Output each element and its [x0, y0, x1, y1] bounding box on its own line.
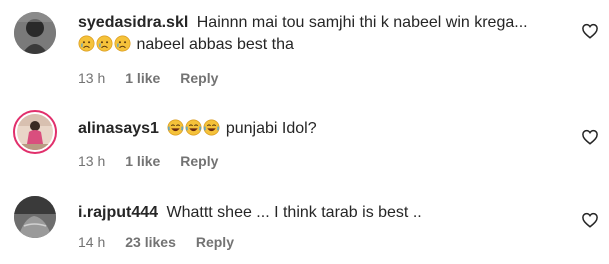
- laughing-tears-emoji: [167, 119, 184, 136]
- comment-item: syedasidra.skl Hainnn mai tou samjhi thi…: [0, 0, 609, 96]
- avatar-photo: [17, 114, 53, 150]
- comment-body: i.rajput444 Whattt shee ... I think tara…: [78, 202, 569, 224]
- comment-item: i.rajput444 Whattt shee ... I think tara…: [0, 182, 609, 264]
- sad-crying-face-emoji: [96, 35, 113, 52]
- comment-likes[interactable]: 1 like: [125, 153, 160, 169]
- laughing-tears-emoji: [203, 119, 220, 136]
- avatar-photo: [14, 196, 56, 238]
- sad-crying-face-emoji: [78, 35, 95, 52]
- comment-meta: 13 h 1 like Reply: [78, 153, 218, 169]
- avatar[interactable]: [14, 196, 56, 238]
- comment-text: nabeel abbas best tha: [136, 36, 294, 53]
- comment-username[interactable]: alinasays1: [78, 120, 159, 137]
- reply-button[interactable]: Reply: [196, 234, 234, 250]
- comment-text: Hainnn mai tou samjhi thi k nabeel win k…: [196, 14, 528, 31]
- comment-time: 14 h: [78, 234, 106, 250]
- reply-button[interactable]: Reply: [180, 70, 218, 86]
- avatar[interactable]: [14, 12, 56, 54]
- comment-username[interactable]: syedasidra.skl: [78, 14, 188, 31]
- sad-crying-face-emoji: [114, 35, 131, 52]
- comment-meta: 13 h 1 like Reply: [78, 70, 218, 86]
- avatar[interactable]: [13, 110, 57, 154]
- heart-outline-icon[interactable]: [581, 211, 599, 229]
- comment-body: alinasays1 punjabi Idol?: [78, 118, 569, 140]
- heart-outline-icon[interactable]: [581, 22, 599, 40]
- heart-outline-icon[interactable]: [581, 128, 599, 146]
- comment-text: Whattt shee ... I think tarab is best ..: [166, 204, 422, 221]
- avatar-photo: [14, 12, 56, 54]
- comment-meta: 14 h 23 likes Reply: [78, 234, 234, 250]
- laughing-tears-emoji: [185, 119, 202, 136]
- comment-item: alinasays1 punjabi Idol? 13 h 1 like Rep…: [0, 96, 609, 182]
- comment-likes[interactable]: 1 like: [125, 70, 160, 86]
- comment-likes[interactable]: 23 likes: [125, 234, 176, 250]
- comment-time: 13 h: [78, 70, 106, 86]
- reply-button[interactable]: Reply: [180, 153, 218, 169]
- comment-username[interactable]: i.rajput444: [78, 204, 158, 221]
- comment-time: 13 h: [78, 153, 106, 169]
- comment-list: syedasidra.skl Hainnn mai tou samjhi thi…: [0, 0, 609, 264]
- comment-body: syedasidra.skl Hainnn mai tou samjhi thi…: [78, 12, 569, 56]
- comment-text: punjabi Idol?: [225, 120, 317, 137]
